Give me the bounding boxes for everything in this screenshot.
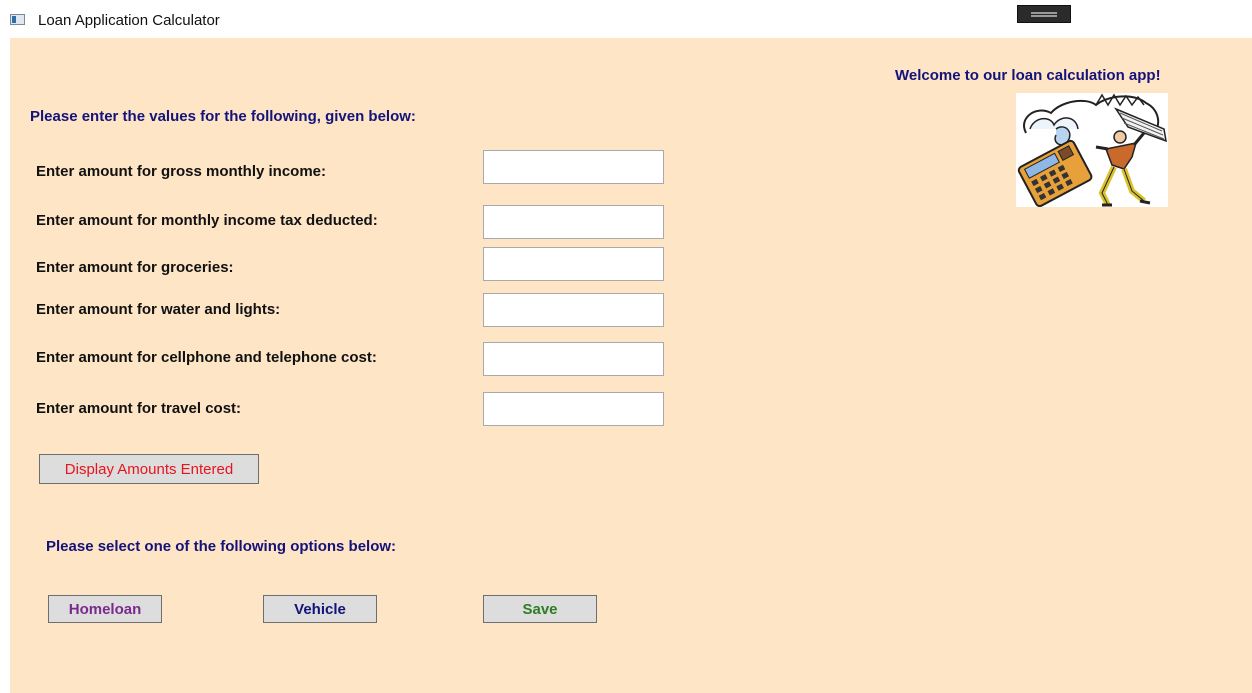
- calculator-clipart-icon: [1016, 93, 1168, 208]
- income-tax-input[interactable]: [483, 205, 664, 239]
- groceries-label: Enter amount for groceries:: [36, 259, 234, 276]
- homeloan-button[interactable]: Homeloan: [48, 595, 162, 623]
- gross-income-input[interactable]: [483, 150, 664, 184]
- travel-cost-label: Enter amount for travel cost:: [36, 400, 242, 417]
- groceries-input[interactable]: [483, 247, 664, 281]
- income-tax-label: Enter amount for monthly income tax dedu…: [36, 212, 378, 229]
- display-amounts-button[interactable]: Display Amounts Entered: [39, 454, 259, 484]
- travel-cost-input[interactable]: [483, 392, 664, 426]
- water-lights-label: Enter amount for water and lights:: [36, 301, 281, 318]
- form-heading: Please enter the values for the followin…: [30, 108, 416, 125]
- gross-income-label: Enter amount for gross monthly income:: [36, 163, 327, 180]
- main-form: Welcome to our loan calculation app! Ple…: [10, 38, 1252, 693]
- window-app-icon: [10, 14, 25, 25]
- welcome-message: Welcome to our loan calculation app!: [895, 67, 1161, 84]
- vehicle-button[interactable]: Vehicle: [263, 595, 377, 623]
- cellphone-telephone-label: Enter amount for cellphone and telephone…: [36, 349, 377, 366]
- titlebar-handle-icon[interactable]: [1017, 5, 1071, 23]
- window-titlebar: Loan Application Calculator: [0, 0, 1252, 38]
- cellphone-telephone-input[interactable]: [483, 342, 664, 376]
- window-title: Loan Application Calculator: [38, 12, 220, 29]
- save-button[interactable]: Save: [483, 595, 597, 623]
- options-heading: Please select one of the following optio…: [46, 538, 397, 555]
- water-lights-input[interactable]: [483, 293, 664, 327]
